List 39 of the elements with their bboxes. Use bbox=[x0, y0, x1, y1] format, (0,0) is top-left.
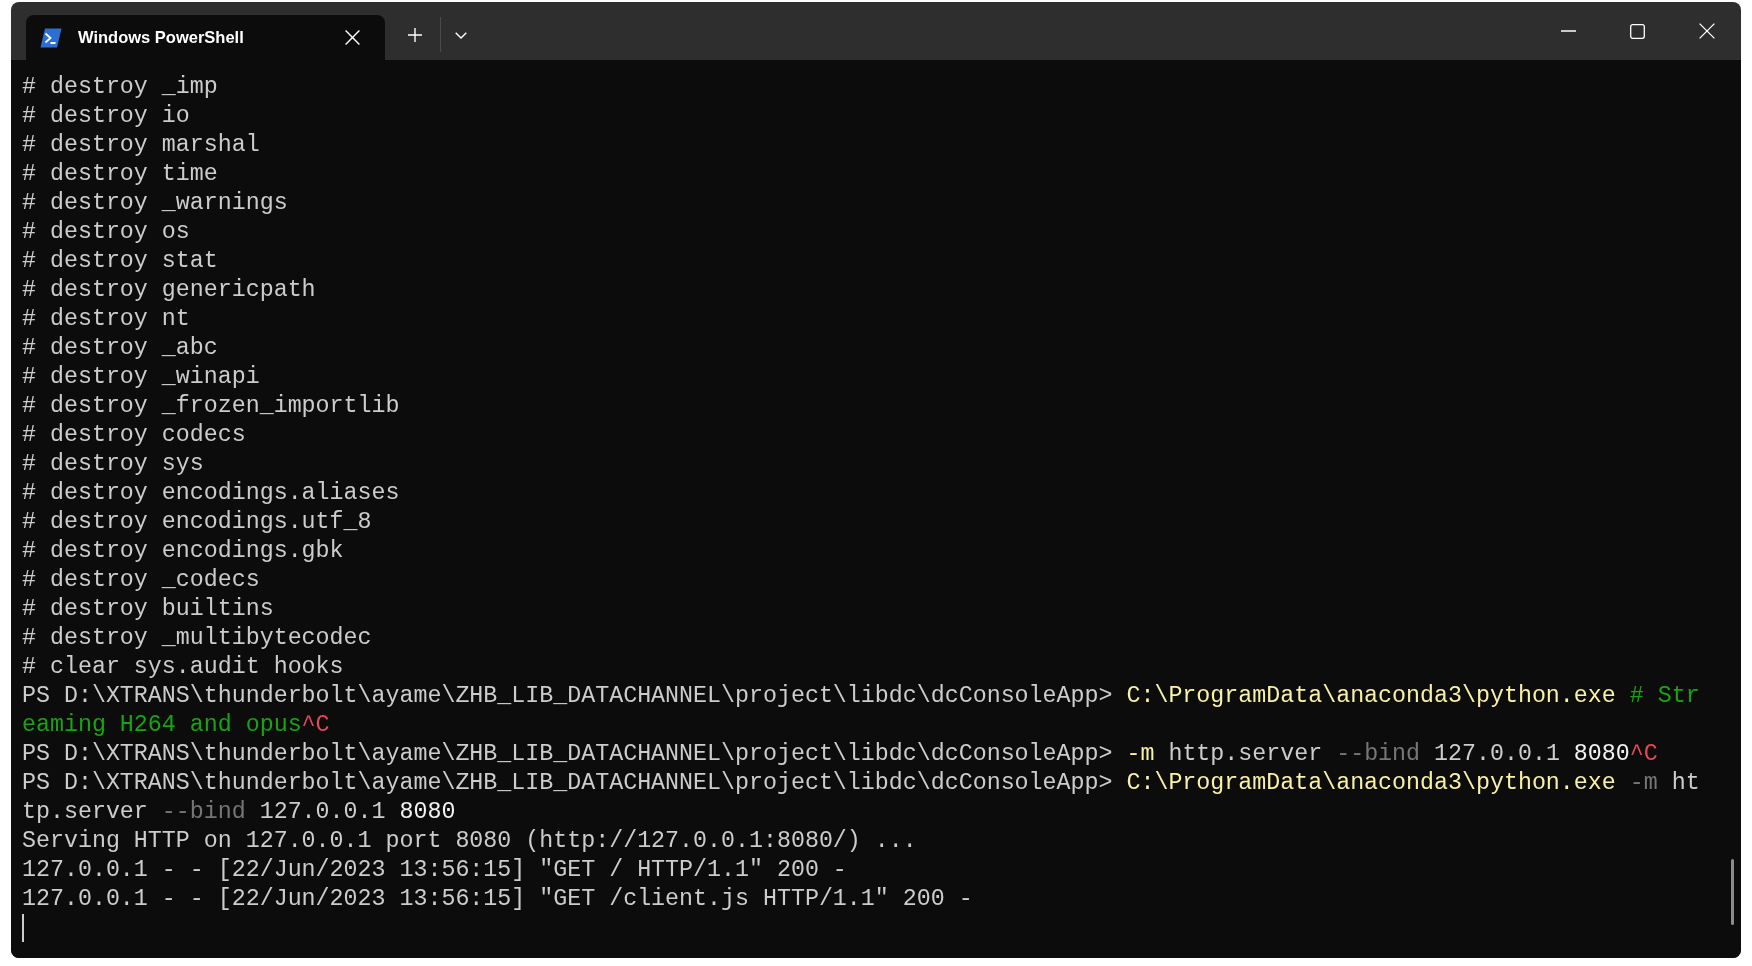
terminal-line: # destroy _warnings bbox=[22, 188, 288, 218]
plus-icon bbox=[407, 27, 423, 43]
terminal-line: # destroy stat bbox=[22, 246, 218, 276]
terminal-line: # destroy _codecs bbox=[22, 565, 260, 595]
terminal-line: # destroy nt bbox=[22, 304, 190, 334]
scrollbar-thumb[interactable] bbox=[1731, 859, 1734, 925]
terminal-line: # destroy _winapi bbox=[22, 362, 260, 392]
chevron-down-icon bbox=[455, 31, 467, 39]
terminal-line: # destroy genericpath bbox=[22, 275, 316, 305]
terminal-line: PS D:\XTRANS\thunderbolt\ayame\ZHB_LIB_DATACHANNEL\project\libdc\dcConsoleApp> C:\ProgramData\anaconda3\python.exe # Str bbox=[22, 681, 1700, 711]
terminal-line: Serving HTTP on 127.0.0.1 port 8080 (http://127.0.0.1:8080/) ... bbox=[22, 826, 917, 856]
terminal-line: # destroy marshal bbox=[22, 130, 260, 160]
terminal-line: PS D:\XTRANS\thunderbolt\ayame\ZHB_LIB_DATACHANNEL\project\libdc\dcConsoleApp> -m http.server --bind 127.0.0.1 8080^C bbox=[22, 739, 1658, 769]
terminal-line: tp.server --bind 127.0.0.1 8080 bbox=[22, 797, 456, 827]
terminal-line: # destroy encodings.utf_8 bbox=[22, 507, 372, 537]
terminal-tab[interactable]: Windows PowerShell bbox=[26, 15, 385, 60]
terminal-line: # destroy _imp bbox=[22, 72, 218, 102]
terminal-line: # destroy sys bbox=[22, 449, 204, 479]
terminal-icon bbox=[40, 27, 62, 48]
terminal-line: # destroy _abc bbox=[22, 333, 218, 363]
terminal-line: # clear sys.audit hooks bbox=[22, 652, 344, 682]
terminal-line: # destroy _frozen_importlib bbox=[22, 391, 400, 421]
terminal-line: 127.0.0.1 - - [22/Jun/2023 13:56:15] "GET /client.js HTTP/1.1" 200 - bbox=[22, 884, 973, 914]
terminal-line: PS D:\XTRANS\thunderbolt\ayame\ZHB_LIB_DATACHANNEL\project\libdc\dcConsoleApp> C:\ProgramData\anaconda3\python.exe -m ht bbox=[22, 768, 1700, 798]
terminal-line: # destroy codecs bbox=[22, 420, 246, 450]
terminal-line: # destroy _multibytecodec bbox=[22, 623, 372, 653]
terminal-line: eaming H264 and opus^C bbox=[22, 710, 330, 740]
maximize-icon bbox=[1630, 23, 1645, 39]
terminal-line: 127.0.0.1 - - [22/Jun/2023 13:56:15] "GET / HTTP/1.1" 200 - bbox=[22, 855, 847, 885]
text-cursor bbox=[22, 913, 24, 942]
terminal-line: # destroy encodings.aliases bbox=[22, 478, 400, 508]
minimize-icon bbox=[1561, 30, 1576, 32]
close-icon bbox=[344, 30, 360, 45]
terminal-line: # destroy io bbox=[22, 101, 190, 131]
terminal-line: # destroy builtins bbox=[22, 594, 274, 624]
terminal-line: # destroy os bbox=[22, 217, 190, 247]
close-icon bbox=[1698, 23, 1715, 39]
terminal-line: # destroy time bbox=[22, 159, 218, 189]
terminal-line: # destroy encodings.gbk bbox=[22, 536, 344, 566]
